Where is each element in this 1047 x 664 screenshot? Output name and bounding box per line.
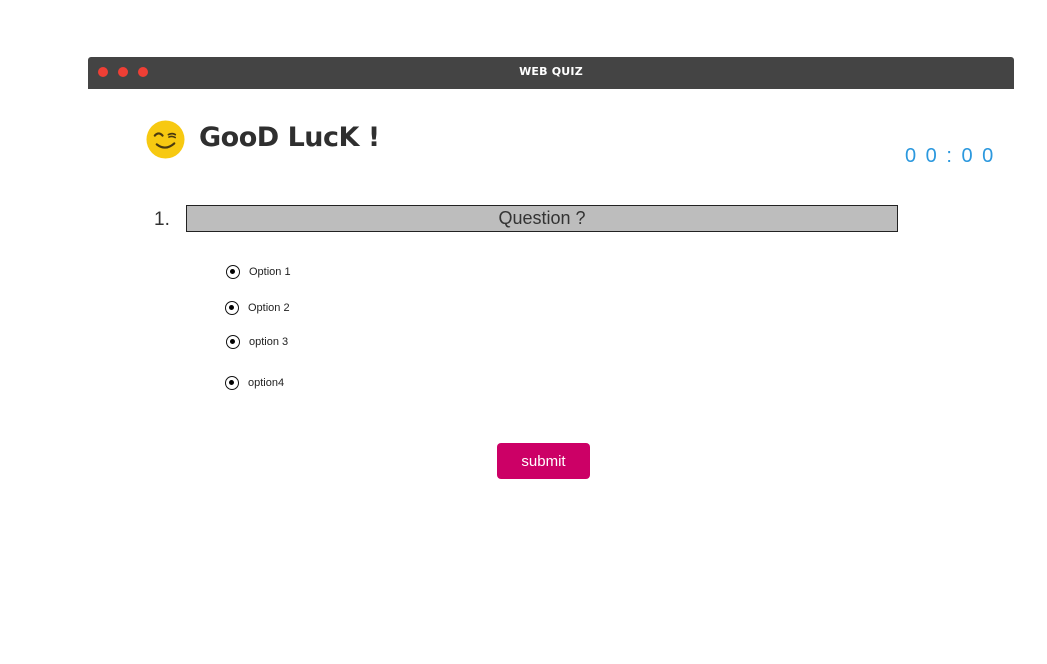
radio-button-4[interactable] [225,376,239,390]
answer-option-4[interactable]: option4 [225,374,284,392]
window-title: WEB QUIZ [519,65,583,78]
answer-option-label: option4 [248,377,285,389]
question-text: Question ? [186,205,898,232]
answer-option-2[interactable]: Option 2 [225,299,290,317]
winking-face-icon [146,120,185,159]
window-titlebar: WEB QUIZ [88,57,1014,89]
answer-option-label: Option 1 [249,266,291,278]
page-title: GooD LucK ! [199,122,380,153]
submit-button[interactable]: submit [497,443,590,479]
countdown-timer: 0 0 : 0 0 [905,145,996,167]
answer-option-label: option 3 [249,336,289,348]
radio-button-3[interactable] [226,335,240,349]
question-number: 1. [154,209,170,230]
radio-button-1[interactable] [226,265,240,279]
answer-option-label: Option 2 [248,302,290,314]
radio-button-2[interactable] [225,301,239,315]
answer-option-3[interactable]: option 3 [226,333,288,351]
answer-option-1[interactable]: Option 1 [226,263,291,281]
